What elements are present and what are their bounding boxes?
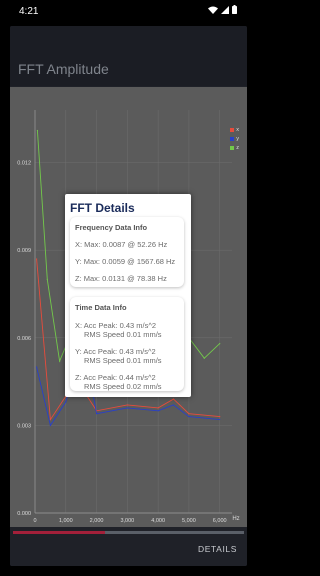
- signal-icon: [221, 5, 229, 14]
- time-x-peak: X: Acc Peak: 0.43 m/s^2: [75, 321, 157, 330]
- x-tick-label: 6,000: [213, 518, 227, 524]
- status-bar: 4:21: [0, 0, 257, 22]
- series-point-x: [219, 416, 221, 418]
- details-button[interactable]: DETAILS: [198, 544, 237, 554]
- dialog-title: FFT Details: [70, 201, 135, 215]
- status-icons: [208, 5, 237, 14]
- app-bar: FFT Amplitude: [10, 26, 247, 86]
- series-point-y: [188, 416, 190, 418]
- x-tick-label: 3,000: [120, 518, 134, 524]
- time-z-peak: Z: Acc Peak: 0.44 m/s^2: [75, 373, 156, 382]
- time-info-card: Time Data Info X: Acc Peak: 0.43 m/s^2 R…: [70, 297, 184, 391]
- fft-details-dialog: FFT Details Frequency Data Info X: Max: …: [65, 194, 191, 397]
- legend-item-z: z: [230, 143, 239, 152]
- frequency-z-line: Z: Max: 0.0131 @ 78.38 Hz: [75, 274, 167, 283]
- frequency-x-line: X: Max: 0.0087 @ 52.26 Hz: [75, 240, 168, 249]
- app-title: FFT Amplitude: [18, 61, 109, 77]
- series-point-z: [36, 129, 39, 132]
- y-tick-label: 0.003: [17, 423, 31, 429]
- x-tick-label: 4,000: [151, 518, 165, 524]
- legend-swatch-x: [230, 127, 235, 132]
- y-tick-label: 0.000: [17, 511, 31, 517]
- x-axis-label: Hz: [232, 516, 239, 522]
- series-point-x: [49, 418, 51, 421]
- series-point-x: [172, 398, 175, 400]
- legend-item-y: y: [230, 134, 239, 143]
- x-tick-label: 5,000: [182, 518, 196, 524]
- battery-icon: [232, 5, 237, 14]
- series-point-x: [126, 404, 128, 406]
- time-x-rms: RMS Speed 0.01 mm/s: [84, 330, 162, 339]
- series-point-z: [46, 278, 48, 280]
- series-point-y: [157, 410, 159, 412]
- series-point-y: [65, 401, 67, 403]
- legend-item-x: x: [230, 125, 239, 134]
- time-y-rms: RMS Speed 0.01 mm/s: [84, 356, 162, 365]
- frequency-info-card: Frequency Data Info X: Max: 0.0087 @ 52.…: [70, 217, 184, 287]
- frequency-heading: Frequency Data Info: [75, 223, 148, 232]
- wifi-icon: [208, 6, 218, 14]
- status-time: 4:21: [19, 6, 39, 17]
- series-point-y: [49, 424, 51, 426]
- series-point-z: [203, 357, 205, 359]
- legend-label-z: z: [236, 144, 239, 151]
- series-point-x: [188, 413, 190, 415]
- time-z-rms: RMS Speed 0.02 mm/s: [84, 382, 162, 391]
- y-tick-label: 0.012: [17, 161, 31, 167]
- frequency-y-line: Y: Max: 0.0059 @ 1567.68 Hz: [75, 257, 176, 266]
- legend-label-y: y: [236, 135, 239, 142]
- time-y-peak: Y: Acc Peak: 0.43 m/s^2: [75, 347, 156, 356]
- series-point-y: [219, 418, 221, 421]
- series-point-y: [95, 413, 98, 415]
- y-tick-label: 0.009: [17, 248, 31, 254]
- y-tick-label: 0.006: [17, 336, 31, 342]
- bottom-bar: DETAILS: [10, 527, 247, 566]
- legend-label-x: x: [236, 126, 239, 133]
- app-screen: FFT Amplitude 0.000 0.003 0.006 0.009 0.012 0…: [10, 26, 247, 566]
- x-tick-label: 0: [33, 518, 36, 524]
- series-point-y: [172, 404, 175, 406]
- series-point-y: [36, 366, 38, 368]
- chart-legend: x y z: [230, 125, 239, 152]
- series-point-x: [157, 407, 159, 409]
- legend-swatch-z: [230, 145, 235, 150]
- time-heading: Time Data Info: [75, 303, 127, 312]
- series-point-z: [219, 343, 221, 345]
- x-tick-label: 2,000: [90, 518, 104, 524]
- series-point-z: [59, 360, 61, 362]
- legend-swatch-y: [230, 136, 235, 141]
- progress-track: [13, 531, 244, 534]
- x-tick-label: 1,000: [59, 518, 73, 524]
- series-point-y: [126, 407, 128, 409]
- progress-fill: [13, 531, 106, 534]
- series-point-x: [36, 258, 38, 260]
